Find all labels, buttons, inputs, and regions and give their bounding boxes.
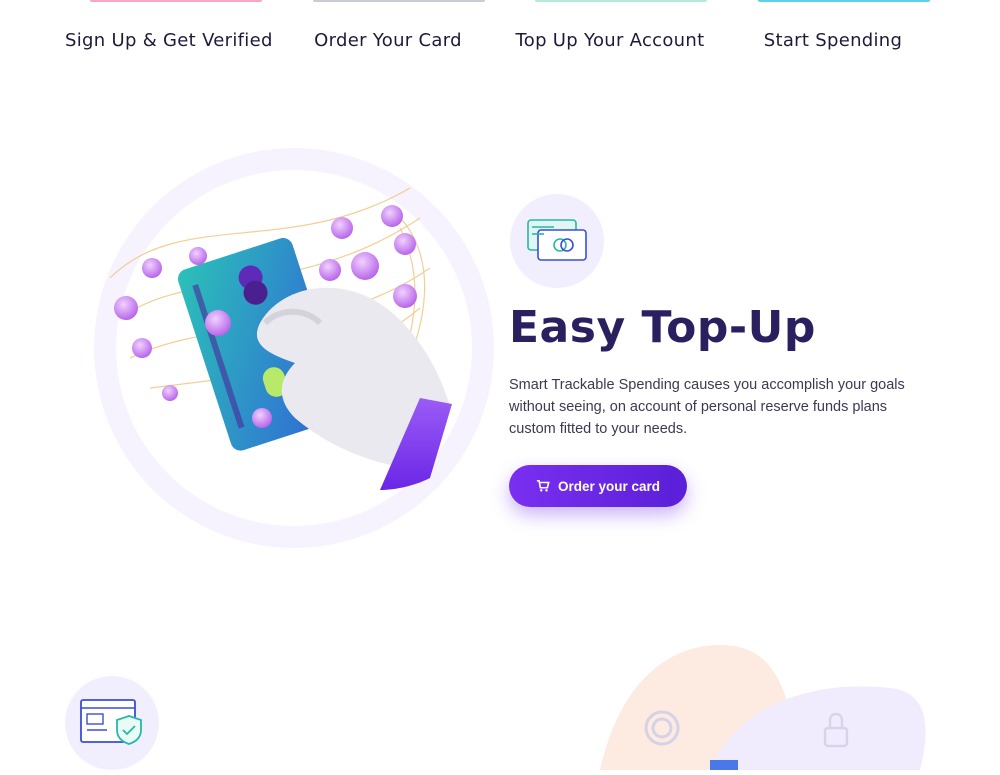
hand-card-illustration [94, 148, 494, 548]
cart-icon [536, 479, 550, 492]
step-label: Sign Up & Get Verified [65, 30, 273, 51]
order-card-label: Order your card [557, 478, 661, 494]
security-illustration [600, 645, 926, 770]
step-progress-bar [90, 0, 262, 2]
steps-nav: Sign Up & Get Verified Order Your Card T… [0, 0, 1000, 70]
credit-card-icon [527, 219, 587, 261]
feature-description: Smart Trackable Spending causes you acco… [509, 377, 905, 437]
step-progress-bar [535, 0, 707, 2]
feature-title: Easy Top-Up [509, 302, 816, 353]
step-progress-bar [313, 0, 485, 2]
step-label: Start Spending [763, 30, 903, 51]
order-card-button[interactable]: Order your card [509, 465, 687, 507]
browser-security-icon [80, 699, 142, 745]
step-progress-bar [758, 0, 930, 2]
feature-icon-badge [510, 194, 604, 288]
next-feature-icon-badge [65, 676, 159, 770]
step-label: Order Your Card [314, 30, 462, 51]
step-label: Top Up Your Account [515, 30, 705, 51]
